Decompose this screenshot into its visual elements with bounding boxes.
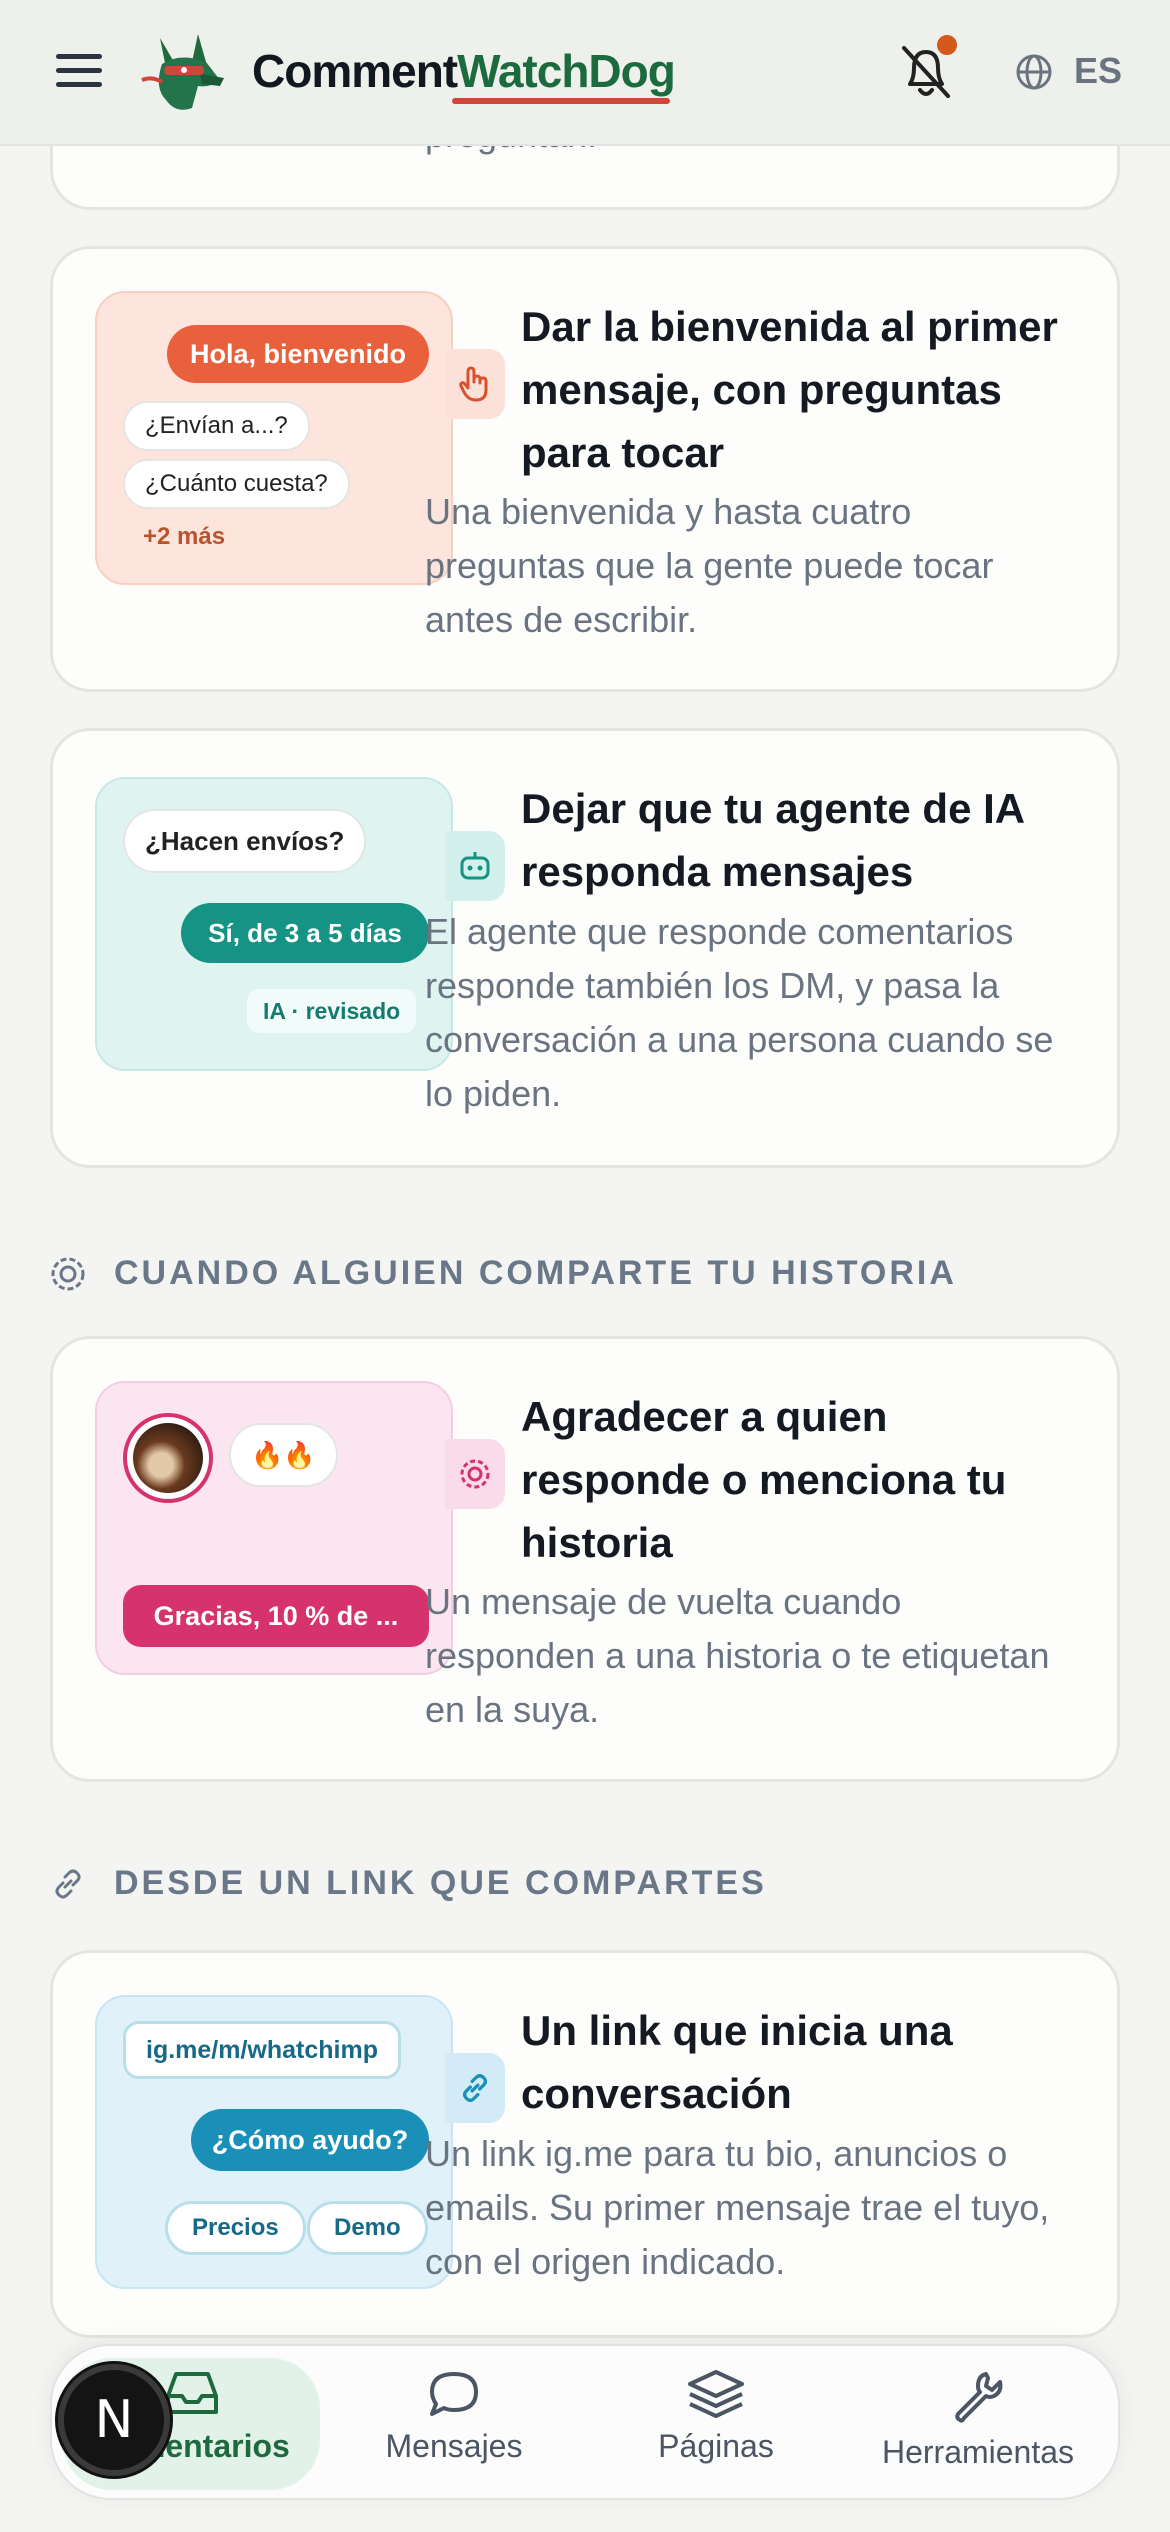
option-chip: Demo [307, 2201, 428, 2255]
bottom-navigation: Comentarios Mensajes Páginas Herramienta… [50, 2344, 1120, 2500]
nav-tab-herramientas[interactable]: Herramientas [848, 2360, 1108, 2490]
user-question-bubble: ¿Hacen envíos? [123, 809, 367, 873]
nav-label: Herramientas [881, 2434, 1075, 2470]
card-title: Un link que inicia una conversación [521, 2007, 953, 2117]
story-avatar [123, 1413, 213, 1503]
ig-link-chip: ig.me/m/whatchimp [123, 2021, 401, 2079]
section-label: CUANDO ALGUIEN COMPARTE TU HISTORIA [114, 1254, 957, 1292]
menu-icon[interactable] [56, 54, 102, 90]
feature-card-story-reply[interactable]: 🔥🔥 Gracias, 10 % de ... Agradecer a quie… [50, 1336, 1120, 1782]
link-icon [55, 1869, 81, 1898]
welcome-preview: Hola, bienvenido ¿Envían a...? ¿Cuánto c… [95, 291, 453, 585]
app-header: CommentWatchDog ES [0, 0, 1170, 146]
link-preview: ig.me/m/whatchimp ¿Cómo ayudo? Precios D… [95, 1995, 453, 2289]
nav-label: Mensajes [385, 2428, 523, 2464]
reaction-bubble: 🔥🔥 [229, 1423, 338, 1487]
bot-icon [445, 831, 505, 901]
link-message-bubble: ¿Cómo ayudo? [191, 2109, 429, 2171]
chat-bubble-icon [430, 2372, 478, 2416]
feature-card-ai-agent[interactable]: ¿Hacen envíos? Sí, de 3 a 5 días IA · re… [50, 728, 1120, 1168]
card-title: Dar la bienvenida al primer mensaje, con… [521, 303, 1058, 476]
welcome-bubble: Hola, bienvenido [167, 325, 429, 383]
inbox-icon [166, 2372, 218, 2414]
nav-tab-mensajes[interactable]: Mensajes [324, 2360, 584, 2490]
option-chip: Precios [165, 2201, 306, 2255]
quick-reply-chip: ¿Cuánto cuesta? [123, 459, 350, 509]
wrench-icon [955, 2372, 1003, 2423]
story-ring-icon [51, 1257, 85, 1290]
quick-reply-chip: ¿Envían a...? [123, 401, 310, 451]
feature-card-welcome[interactable]: Hola, bienvenido ¿Envían a...? ¿Cuánto c… [50, 246, 1120, 692]
logo-underline [452, 98, 670, 104]
link-icon [445, 2053, 505, 2123]
card-title: Dejar que tu agente de IA responda mensa… [521, 785, 1024, 895]
nav-tab-paginas[interactable]: Páginas [586, 2360, 846, 2490]
more-chips-label: +2 más [143, 523, 226, 550]
dog-logo-icon [141, 34, 224, 110]
thanks-message-bubble: Gracias, 10 % de ... [123, 1585, 429, 1647]
card-description: El agente que responde comentarios respo… [425, 911, 1054, 1114]
ai-answer-bubble: Sí, de 3 a 5 días [181, 903, 429, 963]
notification-dot [934, 32, 960, 58]
section-heading-link: DESDE UN LINK QUE COMPARTES [50, 1864, 767, 1903]
dev-badge[interactable]: N [58, 2364, 170, 2476]
ai-reviewed-tag: IA · revisado [247, 989, 417, 1033]
nav-label: Páginas [658, 2428, 774, 2464]
globe-icon[interactable] [1014, 52, 1054, 92]
story-ring-icon [445, 1439, 505, 1509]
layers-icon [688, 2370, 744, 2418]
card-description: Un link ig.me para tu bio, anuncios o em… [425, 2133, 1050, 2282]
section-heading-story: CUANDO ALGUIEN COMPARTE TU HISTORIA [50, 1254, 957, 1293]
feature-card-link[interactable]: ig.me/m/whatchimp ¿Cómo ayudo? Precios D… [50, 1950, 1120, 2338]
section-label: DESDE UN LINK QUE COMPARTES [114, 1864, 767, 1902]
app-logo[interactable]: CommentWatchDog [252, 44, 676, 98]
ai-preview: ¿Hacen envíos? Sí, de 3 a 5 días IA · re… [95, 777, 453, 1071]
card-title: Agradecer a quien responde o menciona tu… [521, 1393, 1007, 1566]
hand-tap-icon [445, 349, 505, 419]
logo-part-2: WatchDog [457, 45, 676, 97]
language-selector[interactable]: ES [1074, 50, 1122, 92]
card-description: Una bienvenida y hasta cuatro preguntas … [425, 491, 994, 640]
story-preview: 🔥🔥 Gracias, 10 % de ... [95, 1381, 453, 1675]
card-description: Un mensaje de vuelta cuando responden a … [425, 1581, 1050, 1730]
logo-part-1: Comment [252, 45, 458, 97]
